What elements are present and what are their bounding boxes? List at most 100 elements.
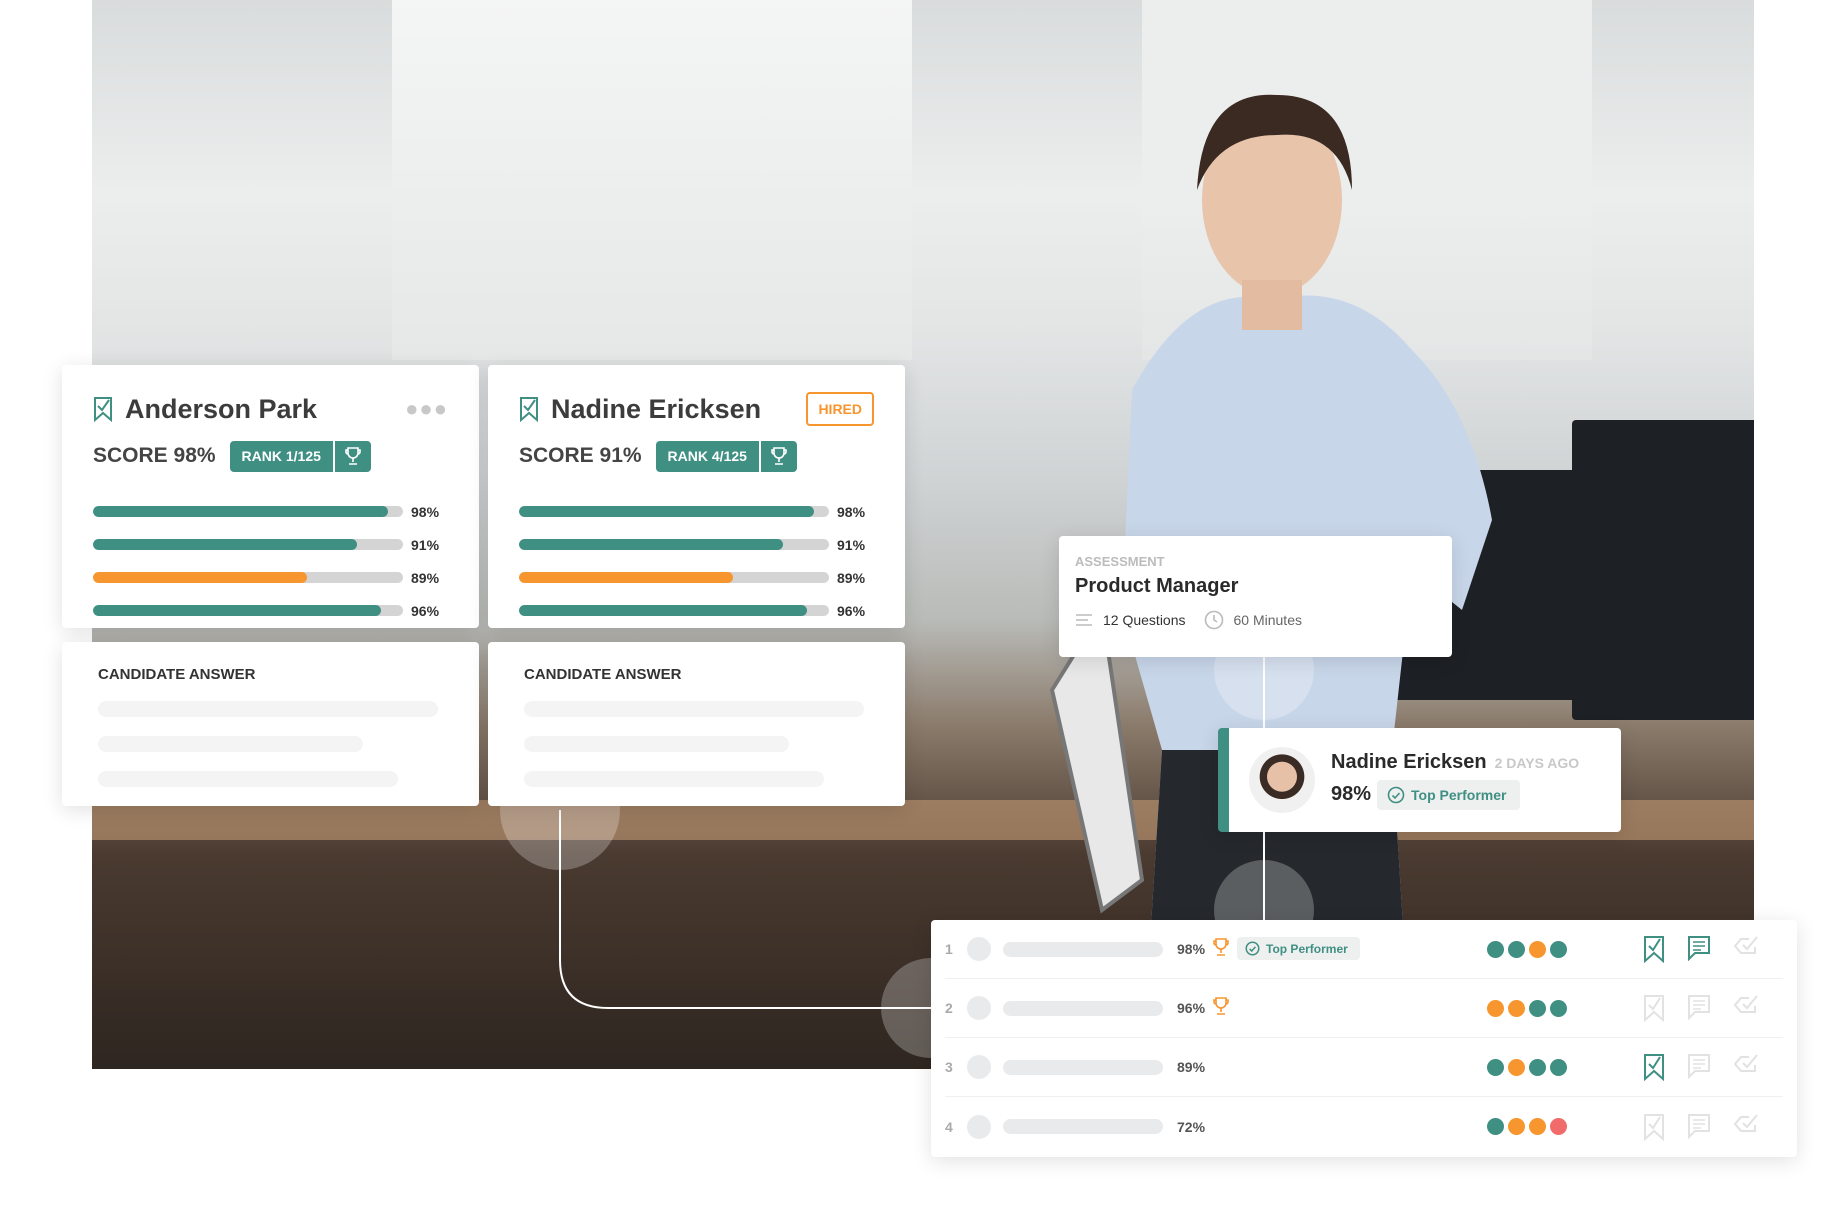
answer-placeholder-line xyxy=(524,736,789,752)
skill-bar-track xyxy=(519,605,829,616)
notification-name: Nadine Ericksen xyxy=(1331,750,1487,773)
answer-placeholder-line xyxy=(524,701,864,717)
skill-bar-track xyxy=(93,605,403,616)
candidate-score: SCORE 91% xyxy=(519,444,642,467)
skill-dots xyxy=(1487,940,1623,958)
skill-bar-row: 91% xyxy=(519,528,874,561)
skill-dot xyxy=(1487,1058,1504,1076)
checkbox-check-icon[interactable] xyxy=(1733,1113,1759,1135)
comment-icon[interactable] xyxy=(1687,994,1711,1020)
skill-bar-track xyxy=(93,506,403,517)
checkbox-check-icon[interactable] xyxy=(1733,994,1759,1016)
skill-bar-row: 96% xyxy=(519,594,874,627)
shortlist-bookmark-icon[interactable] xyxy=(1643,1053,1665,1081)
candidate-name: Nadine Ericksen xyxy=(551,393,762,424)
results-table: 1 98% Top Performer 2 96% 3 89% 4 72% xyxy=(931,920,1797,1157)
skill-bar-track xyxy=(519,506,829,517)
skill-dots xyxy=(1487,1118,1623,1135)
name-placeholder xyxy=(1003,941,1163,957)
table-row[interactable]: 2 96% xyxy=(945,979,1783,1038)
row-rank: 2 xyxy=(945,1000,953,1016)
check-circle-icon xyxy=(1387,786,1405,803)
trophy-icon xyxy=(1213,996,1229,1015)
skill-dot xyxy=(1508,1118,1525,1135)
skill-bar-value: 91% xyxy=(837,536,866,553)
skill-dots xyxy=(1487,1058,1623,1076)
avatar xyxy=(1249,747,1315,813)
candidate-answer-card: CANDIDATE ANSWER xyxy=(62,642,479,806)
checkbox-check-icon[interactable] xyxy=(1733,935,1759,957)
assessment-card[interactable]: ASSESSMENT Product Manager 12 Questions … xyxy=(1059,536,1452,657)
answer-placeholder-line xyxy=(524,771,824,787)
answer-placeholder-line xyxy=(98,771,398,787)
skill-bar-fill xyxy=(519,572,733,583)
name-placeholder xyxy=(1003,1000,1163,1016)
skill-dot xyxy=(1529,940,1546,958)
assessment-title: Product Manager xyxy=(1075,575,1239,597)
candidate-card-anderson-park[interactable]: Anderson Park ●●● SCORE 98% RANK 1/125 9… xyxy=(62,365,479,628)
skill-bar-fill xyxy=(519,506,814,517)
more-dots-icon[interactable]: ●●● xyxy=(405,396,448,422)
table-row[interactable]: 3 89% xyxy=(945,1038,1783,1097)
skill-bar-fill xyxy=(93,506,388,517)
skill-bar-fill xyxy=(93,605,382,616)
skill-bar-row: 89% xyxy=(519,561,874,594)
candidate-notification-card[interactable]: Nadine Ericksen 2 DAYS AGO 98% Top Perfor… xyxy=(1218,728,1621,832)
skill-dot xyxy=(1487,940,1504,958)
candidate-card-nadine-ericksen[interactable]: Nadine Ericksen HIRED SCORE 91% RANK 4/1… xyxy=(488,365,905,628)
skill-bar-row: 89% xyxy=(93,561,448,594)
skill-bar-value: 96% xyxy=(837,602,866,619)
comment-icon[interactable] xyxy=(1687,1053,1711,1079)
assessment-kicker: ASSESSMENT xyxy=(1075,554,1165,569)
top-performer-label: Top Performer xyxy=(1411,786,1507,803)
answer-placeholder-line xyxy=(98,736,363,752)
avatar-placeholder xyxy=(967,1055,991,1079)
skill-bar-track xyxy=(519,572,829,583)
comment-icon[interactable] xyxy=(1687,935,1711,961)
name-placeholder xyxy=(1003,1119,1163,1134)
question-count: 12 Questions xyxy=(1103,612,1186,628)
skill-dot xyxy=(1550,1058,1567,1076)
shortlist-bookmark-icon[interactable] xyxy=(1643,1113,1665,1141)
skill-bar-value: 98% xyxy=(411,503,440,520)
comment-icon[interactable] xyxy=(1687,1113,1711,1139)
row-rank: 1 xyxy=(945,941,953,957)
candidate-name: Anderson Park xyxy=(125,393,318,424)
skill-bar-fill xyxy=(519,539,783,550)
skill-dot xyxy=(1508,1058,1525,1076)
checkbox-check-icon[interactable] xyxy=(1733,1053,1759,1075)
notification-score: 98% xyxy=(1331,783,1372,805)
skill-bar-value: 91% xyxy=(411,536,440,553)
skill-bar-value: 98% xyxy=(837,503,866,520)
row-score: 96% xyxy=(1177,1000,1206,1016)
trophy-icon xyxy=(761,447,797,465)
clock-icon xyxy=(1204,610,1223,630)
answer-placeholder-line xyxy=(98,701,438,717)
rank-badge: RANK 4/125 xyxy=(655,440,797,472)
skill-bar-row: 98% xyxy=(519,495,874,528)
avatar-placeholder xyxy=(967,996,991,1020)
list-icon xyxy=(1076,614,1092,626)
skill-bar-value: 89% xyxy=(837,569,866,586)
row-rank: 4 xyxy=(945,1118,953,1135)
skill-dots xyxy=(1487,999,1623,1017)
top-performer-label: Top Performer xyxy=(1266,941,1348,956)
skill-bar-value: 89% xyxy=(411,569,440,586)
check-circle-icon xyxy=(1245,941,1260,956)
shortlist-bookmark-icon[interactable] xyxy=(93,396,113,422)
skill-bar-row: 98% xyxy=(93,495,448,528)
shortlist-bookmark-icon[interactable] xyxy=(519,396,539,422)
trophy-icon xyxy=(335,447,371,465)
table-row[interactable]: 1 98% Top Performer xyxy=(945,920,1783,979)
skill-dot xyxy=(1550,999,1567,1017)
avatar-placeholder xyxy=(967,1114,991,1139)
rank-label: RANK 4/125 xyxy=(656,440,761,472)
shortlist-bookmark-icon[interactable] xyxy=(1643,935,1665,963)
table-row[interactable]: 4 72% xyxy=(945,1097,1783,1156)
skill-bar-track xyxy=(519,539,829,550)
shortlist-bookmark-icon[interactable] xyxy=(1643,994,1665,1022)
top-performer-badge: Top Performer xyxy=(1377,779,1521,810)
candidate-answer-label: CANDIDATE ANSWER xyxy=(98,666,256,683)
skill-dot xyxy=(1550,940,1567,958)
row-score: 98% xyxy=(1177,941,1206,957)
